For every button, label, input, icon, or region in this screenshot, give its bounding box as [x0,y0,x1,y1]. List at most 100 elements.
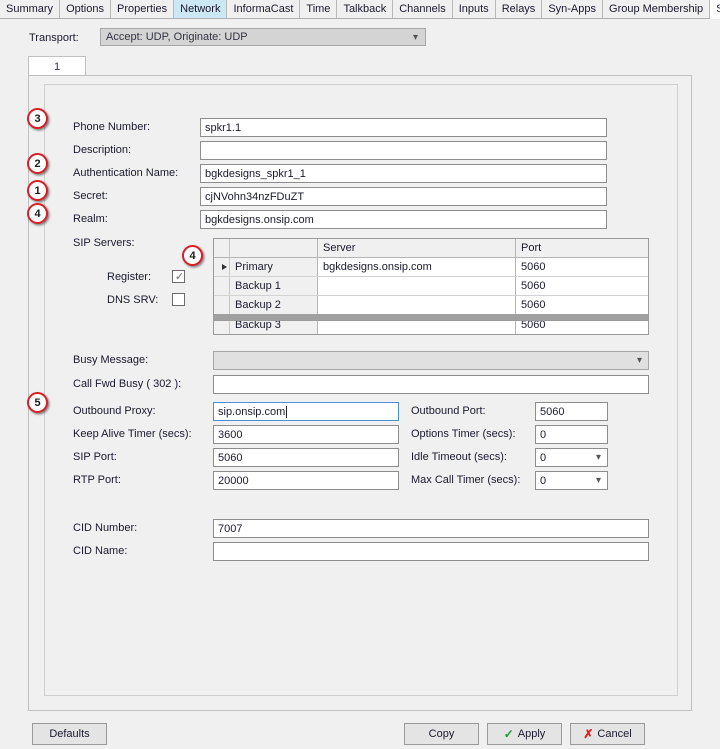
authentication-name-input[interactable]: bgkdesigns_spkr1_1 [200,164,607,183]
tab-network[interactable]: Network [174,0,228,18]
row-selector-cell [214,296,230,314]
authentication-name-label: Authentication Name: [73,167,179,179]
tab-time[interactable]: Time [300,0,338,18]
defaults-button[interactable]: Defaults [32,723,107,745]
sip-servers-label: SIP Servers: [73,237,135,249]
secret-value: cjNVohn34nzFDuZT [205,190,305,203]
callout-number: 1 [34,184,41,197]
realm-label: Realm: [73,213,108,225]
sub-tab-label: 1 [53,60,61,73]
tab-options[interactable]: Options [60,0,111,18]
chevron-down-icon: ▾ [412,32,418,43]
tab-properties[interactable]: Properties [110,0,175,18]
tab-label: Inputs [458,3,489,15]
transport-value: Accept: UDP, Originate: UDP [106,31,248,43]
max-call-timer-label: Max Call Timer (secs): [411,474,521,486]
transport-label: Transport: [29,32,79,44]
row-server[interactable] [318,277,516,295]
phone-number-input[interactable]: spkr1.1 [200,118,607,137]
busy-message-label: Busy Message: [73,354,149,366]
authentication-name-value: bgkdesigns_spkr1_1 [205,167,306,180]
phone-number-value: spkr1.1 [205,121,242,134]
copy-button[interactable]: Copy [404,723,479,745]
idle-timeout-value: 0 [540,451,547,464]
max-call-timer-select[interactable]: 0 ▾ [535,471,608,490]
outbound-port-value: 5060 [540,405,565,418]
cid-name-label: CID Name: [73,545,128,557]
row-port[interactable]: 5060 [516,258,648,276]
tab-channels[interactable]: Channels [393,0,453,18]
row-port[interactable]: 5060 [516,296,648,314]
table-header-arrow-cell [214,239,230,257]
keep-alive-timer-input[interactable]: 3600 [213,425,399,444]
tab-label: Talkback [343,3,387,15]
outbound-proxy-input[interactable]: sip.onsip.com [213,402,399,421]
dns-srv-checkbox[interactable] [172,293,185,306]
table-horizontal-scrollbar[interactable] [213,314,649,321]
row-name: Primary [230,258,318,276]
call-fwd-busy-input[interactable] [213,375,649,394]
x-icon: ✗ [583,727,594,741]
cid-number-value: 7007 [218,522,243,535]
callout-number: 3 [34,112,41,125]
tab-syn-apps[interactable]: Syn-Apps [542,0,604,18]
idle-timeout-select[interactable]: 0 ▾ [535,448,608,467]
table-row[interactable]: Backup 2 5060 [214,296,648,315]
tab-talkback[interactable]: Talkback [337,0,394,18]
checkmark-icon: ✓ [174,271,185,283]
apply-label: Apply [517,728,546,740]
tab-inputs[interactable]: Inputs [452,0,496,18]
options-timer-value: 0 [540,428,547,441]
row-selector-arrow-icon [214,258,230,276]
cid-number-input[interactable]: 7007 [213,519,649,538]
callout-badge-5: 5 [27,392,48,413]
realm-input[interactable]: bgkdesigns.onsip.com [200,210,607,229]
tab-group-membership[interactable]: Group Membership [603,0,711,18]
row-port[interactable]: 5060 [516,277,648,295]
dns-srv-label: DNS SRV: [107,294,159,306]
transport-row: Transport: Accept: UDP, Originate: UDP ▾ [0,28,720,50]
options-timer-input[interactable]: 0 [535,425,608,444]
tab-label: Channels [399,3,446,15]
table-header-server: Server [318,239,516,257]
outbound-port-label: Outbound Port: [411,405,486,417]
tab-label: Group Membership [609,3,704,15]
tab-summary[interactable]: Summary [0,0,61,18]
secret-input[interactable]: cjNVohn34nzFDuZT [200,187,607,206]
cancel-button[interactable]: ✗ Cancel [570,723,645,745]
row-server[interactable]: bgkdesigns.onsip.com [318,258,516,276]
tab-label: SIP [716,3,720,15]
button-bar: Defaults Copy ✓ Apply ✗ Cancel [0,718,720,749]
idle-timeout-label: Idle Timeout (secs): [411,451,507,463]
rtp-port-label: RTP Port: [73,474,121,486]
sip-port-input[interactable]: 5060 [213,448,399,467]
callout-badge-4-realm: 4 [27,203,48,224]
sip-settings-inner-panel: Phone Number: spkr1.1 Description: Authe… [44,84,678,696]
tab-label: Syn-Apps [548,3,597,15]
tab-relays[interactable]: Relays [495,0,543,18]
keep-alive-timer-label: Keep Alive Timer (secs): [73,428,192,440]
busy-message-select[interactable]: ▾ [213,351,649,370]
row-server[interactable] [318,296,516,314]
description-input[interactable] [200,141,607,160]
register-label: Register: [107,271,152,283]
callout-badge-4-primary-server: 4 [182,245,203,266]
rtp-port-input[interactable]: 20000 [213,471,399,490]
apply-button[interactable]: ✓ Apply [487,723,562,745]
outbound-port-input[interactable]: 5060 [535,402,608,421]
cid-name-input[interactable] [213,542,649,561]
tab-sip[interactable]: SIP [710,0,720,19]
row-name: Backup 2 [230,296,318,314]
transport-select[interactable]: Accept: UDP, Originate: UDP ▾ [100,28,426,46]
tab-label: Time [306,3,331,15]
tab-informacast[interactable]: InformaCast [227,0,301,18]
table-row[interactable]: Backup 1 5060 [214,277,648,296]
sub-tab-1[interactable]: 1 [28,56,86,76]
row-name: Backup 1 [230,277,318,295]
description-label: Description: [73,144,132,156]
main-tab-bar: Summary Options Properties Network Infor… [0,0,720,19]
table-row[interactable]: Primary bgkdesigns.onsip.com 5060 [214,258,648,277]
register-checkbox[interactable]: ✓ [172,270,185,283]
sip-port-value: 5060 [218,451,243,464]
chevron-down-icon: ▾ [595,475,601,486]
